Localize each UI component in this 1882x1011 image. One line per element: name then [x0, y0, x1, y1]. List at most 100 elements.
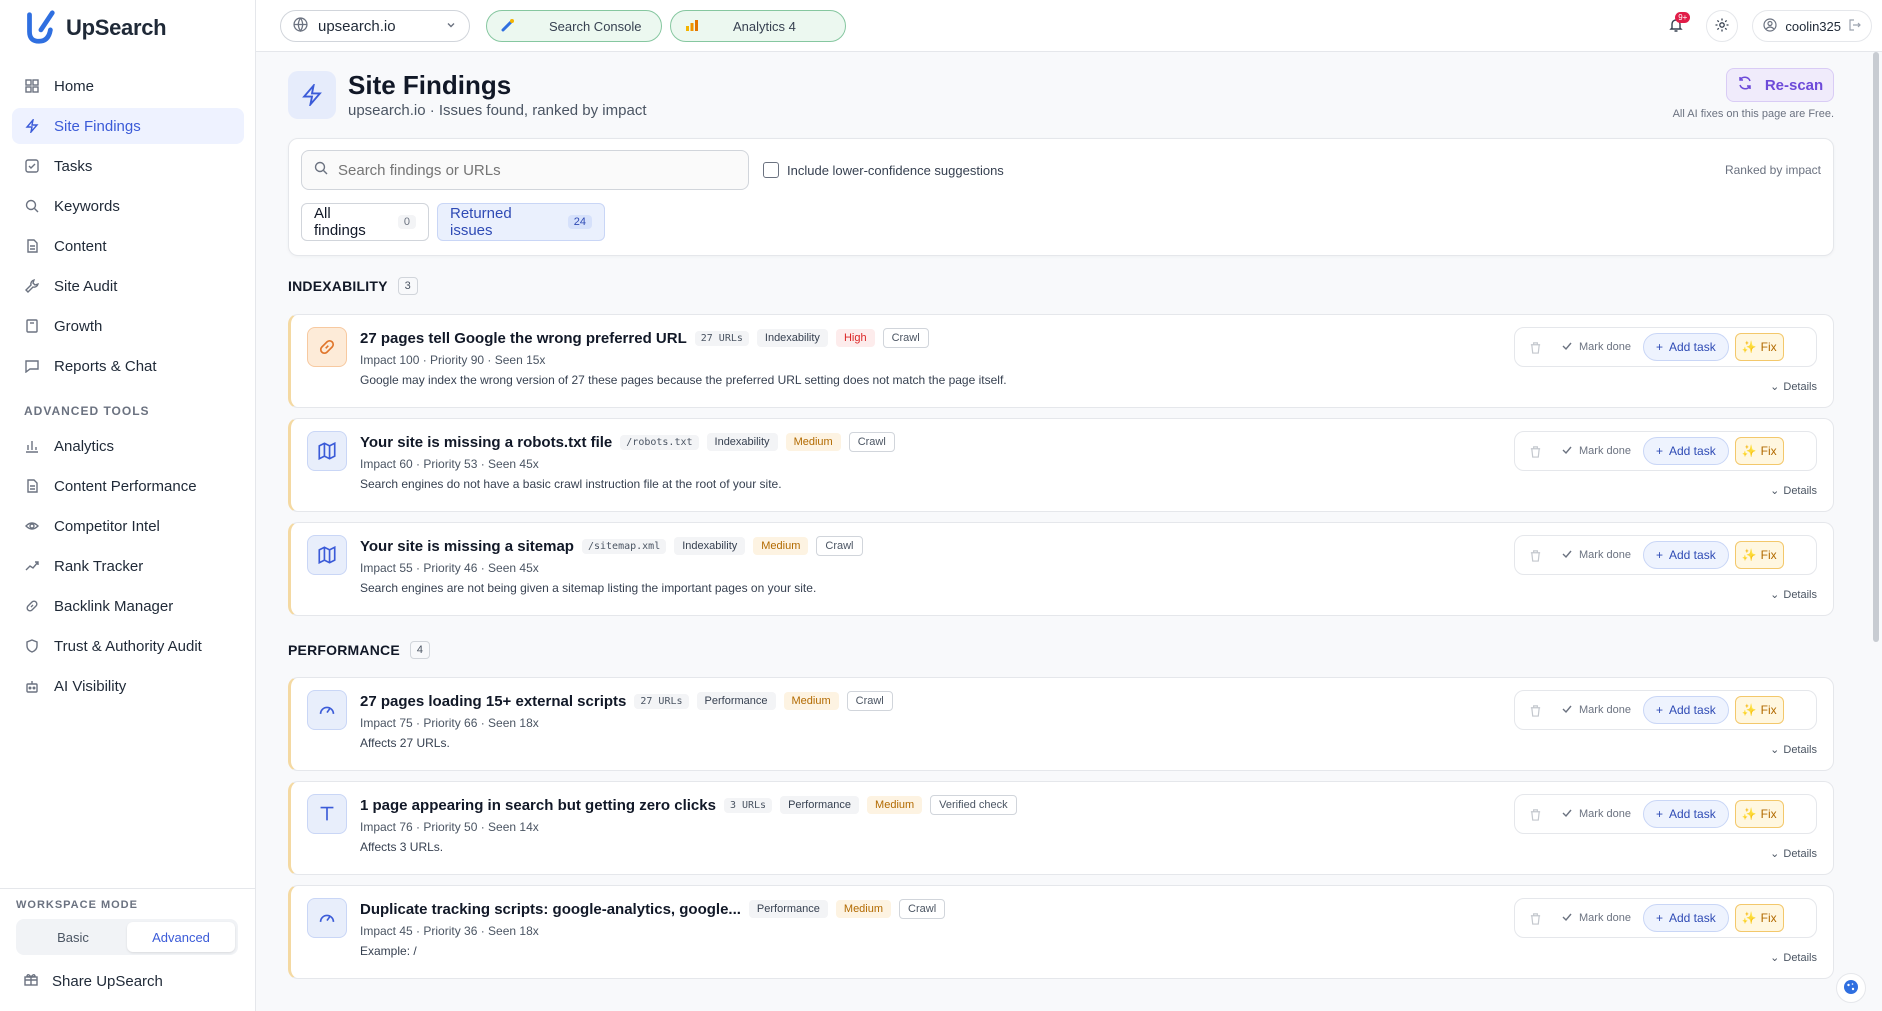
sidebar-item-content[interactable]: Content [12, 228, 244, 264]
plus-icon: + [1655, 340, 1663, 354]
add-task-button[interactable]: + Add task [1642, 437, 1729, 465]
sidebar-item-home[interactable]: Home [12, 68, 244, 104]
add-task-button[interactable]: + Add task [1642, 800, 1729, 828]
finding-title[interactable]: Your site is missing a sitemap [360, 538, 574, 555]
add-task-button[interactable]: + Add task [1642, 696, 1729, 724]
trash-icon[interactable] [1521, 333, 1549, 361]
trash-icon[interactable] [1521, 696, 1549, 724]
tab-all-findings[interactable]: All findings 0 [301, 203, 429, 241]
trash-icon[interactable] [1521, 904, 1549, 932]
mark-done-label: Mark done [1579, 912, 1631, 924]
scrollbar-thumb[interactable] [1873, 52, 1879, 642]
finding-url-tag: 27 URLs [694, 330, 749, 346]
analytics-bars-icon [685, 18, 699, 35]
details-toggle[interactable]: ⌄ Details [1770, 847, 1817, 861]
sidebar-item-growth[interactable]: Growth [12, 308, 244, 344]
details-toggle[interactable]: ⌄ Details [1770, 951, 1817, 965]
fix-button[interactable]: ✨ Fix [1734, 696, 1784, 724]
finding-severity: Medium [835, 900, 892, 918]
rescan-button[interactable]: Re-scan [1726, 68, 1834, 102]
top-bar: upsearch.io Search Console Analytics 4 9… [256, 0, 1882, 52]
chevron-down-icon: ⌄ [1770, 744, 1780, 756]
search-input[interactable] [338, 161, 718, 179]
eye-icon [24, 518, 40, 534]
robot-icon [24, 678, 40, 694]
analytics-connection[interactable]: Analytics 4 [670, 10, 846, 42]
sidebar-item-tasks[interactable]: Tasks [12, 148, 244, 184]
username: coolin325 [1785, 18, 1841, 34]
sidebar-item-label: Analytics [54, 437, 115, 455]
sidebar-item-rank-tracker[interactable]: Rank Tracker [12, 548, 244, 584]
sidebar-item-trust-authority-audit[interactable]: Trust & Authority Audit [12, 628, 244, 664]
search-console-icon [501, 18, 515, 35]
sidebar-item-label: Growth [54, 317, 103, 335]
domain-selector[interactable]: upsearch.io [280, 10, 470, 42]
sidebar-item-content-performance[interactable]: Content Performance [12, 468, 244, 504]
sidebar-item-analytics[interactable]: Analytics [12, 428, 244, 464]
finding-title[interactable]: 27 pages loading 15+ external scripts [360, 693, 626, 710]
fix-button[interactable]: ✨ Fix [1734, 800, 1784, 828]
trash-icon[interactable] [1521, 541, 1549, 569]
finding-title[interactable]: 1 page appearing in search but getting z… [360, 797, 716, 814]
ai-fixes-note: All AI fixes on this page are Free. [1672, 108, 1834, 120]
sidebar-item-backlink-manager[interactable]: Backlink Manager [12, 588, 244, 624]
details-toggle[interactable]: ⌄ Details [1770, 484, 1817, 498]
settings-button[interactable] [1706, 10, 1739, 42]
finding-meta: Impact 100 · Priority 90 · Seen 15x [360, 353, 546, 367]
fix-button[interactable]: ✨ Fix [1734, 541, 1784, 569]
details-toggle[interactable]: ⌄ Details [1770, 743, 1817, 757]
details-toggle[interactable]: ⌄ Details [1770, 588, 1817, 602]
fix-button[interactable]: ✨ Fix [1734, 904, 1784, 932]
workspace-mode-toggle: Basic Advanced [16, 919, 238, 955]
app-logo[interactable]: UpSearch [20, 8, 167, 48]
findings-search[interactable] [301, 150, 749, 190]
details-toggle[interactable]: ⌄ Details [1770, 380, 1817, 394]
fix-button[interactable]: ✨ Fix [1734, 333, 1784, 361]
add-task-label: Add task [1669, 340, 1716, 354]
sparkle-icon: ✨ [1741, 340, 1757, 354]
trash-icon[interactable] [1521, 437, 1549, 465]
search-console-connection[interactable]: Search Console [486, 10, 662, 42]
finding-title[interactable]: Duplicate tracking scripts: google-analy… [360, 901, 741, 918]
mark-done-button[interactable]: Mark done [1555, 340, 1637, 355]
fix-button[interactable]: ✨ Fix [1734, 437, 1784, 465]
finding-header: Your site is missing a robots.txt file /… [360, 432, 895, 452]
sidebar-item-site-audit[interactable]: Site Audit [12, 268, 244, 304]
mark-done-button[interactable]: Mark done [1555, 548, 1637, 563]
sidebar-item-competitor-intel[interactable]: Competitor Intel [12, 508, 244, 544]
finding-title[interactable]: 27 pages tell Google the wrong preferred… [360, 330, 687, 347]
add-task-button[interactable]: + Add task [1642, 333, 1729, 361]
cookie-settings-button[interactable] [1836, 973, 1866, 1003]
low-confidence-toggle[interactable]: Include lower-confidence suggestions [763, 162, 1004, 178]
share-upsearch-button[interactable]: Share UpSearch [24, 972, 163, 990]
logout-icon[interactable] [1849, 18, 1861, 34]
finding-title[interactable]: Your site is missing a robots.txt file [360, 434, 612, 451]
user-menu[interactable]: coolin325 [1752, 10, 1872, 42]
sidebar-item-reports-chat[interactable]: Reports & Chat [12, 348, 244, 384]
mark-done-button[interactable]: Mark done [1555, 911, 1637, 926]
sidebar-item-ai-visibility[interactable]: AI Visibility [12, 668, 244, 704]
fix-label: Fix [1760, 340, 1777, 354]
mark-done-button[interactable]: Mark done [1555, 703, 1637, 718]
mark-done-button[interactable]: Mark done [1555, 444, 1637, 459]
bolt-icon [288, 71, 336, 119]
check-icon [1561, 703, 1573, 718]
add-task-label: Add task [1669, 703, 1716, 717]
finding-category: Performance [696, 692, 776, 710]
tab-label: Returned issues [450, 205, 512, 239]
trash-icon[interactable] [1521, 800, 1549, 828]
sidebar-item-site-findings[interactable]: Site Findings [12, 108, 244, 144]
mark-done-button[interactable]: Mark done [1555, 807, 1637, 822]
add-task-button[interactable]: + Add task [1642, 541, 1729, 569]
tab-returned-issues[interactable]: Returned issues 24 [437, 203, 605, 241]
workspace-mode-basic[interactable]: Basic [19, 922, 127, 952]
sidebar-item-label: Site Audit [54, 277, 118, 295]
low-confidence-checkbox[interactable] [763, 162, 779, 178]
page-scrollbar[interactable] [1872, 52, 1880, 652]
add-task-button[interactable]: + Add task [1642, 904, 1729, 932]
notifications-button[interactable]: 9+ [1660, 10, 1692, 42]
wrench-icon [24, 278, 40, 294]
sidebar-item-keywords[interactable]: Keywords [12, 188, 244, 224]
fix-label: Fix [1760, 548, 1777, 562]
workspace-mode-advanced[interactable]: Advanced [127, 922, 235, 952]
